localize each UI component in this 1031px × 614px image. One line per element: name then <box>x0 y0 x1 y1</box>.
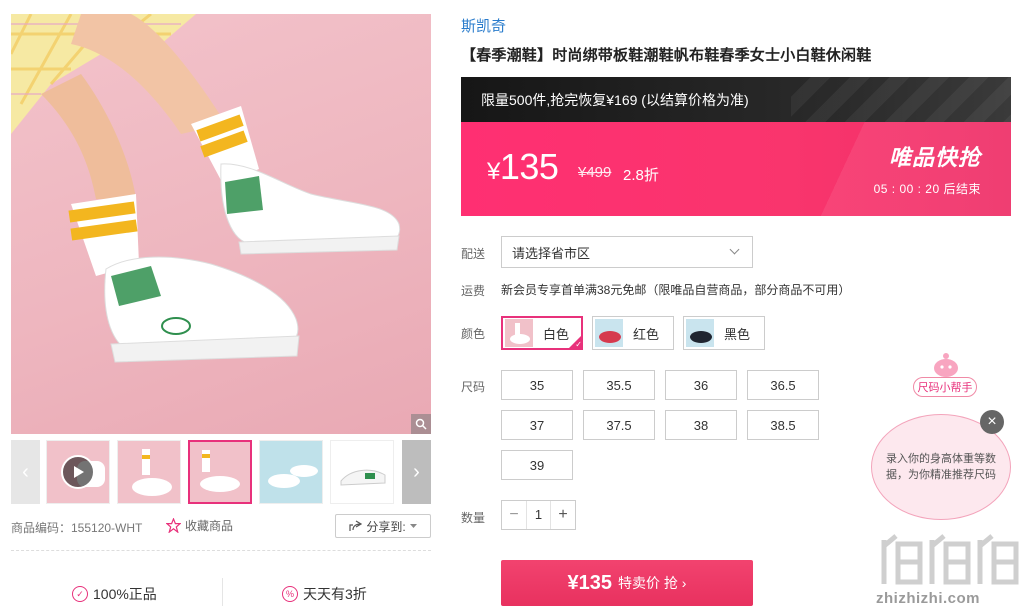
thumbnail-image <box>260 441 322 503</box>
promo-limit-text: 限量500件,抢完恢复¥169 (以结算价格为准) <box>481 91 749 108</box>
check-icon <box>568 335 582 349</box>
share-icon <box>349 520 363 531</box>
quantity-label: 数量 <box>461 511 486 525</box>
size-helper-text: 录入你的身高体重等数据，为你精准推荐尺码 <box>886 453 996 481</box>
size-option[interactable]: 39 <box>501 450 573 480</box>
size-option[interactable]: 38 <box>665 410 737 440</box>
flash-sale-panel: ¥135 ¥499 2.8折 唯品快抢 05 : 00 : 20 后结束 <box>461 122 1011 216</box>
favorite-button[interactable]: 收藏商品 <box>166 517 233 534</box>
star-icon <box>166 518 181 533</box>
color-option-black[interactable]: 黑色 <box>683 316 765 350</box>
share-button[interactable]: 分享到: <box>335 514 431 538</box>
discount-rate: 2.8折 <box>623 167 659 184</box>
sale-price: ¥135 <box>487 146 559 188</box>
product-meta-row: 商品编码：155120-WHT 收藏商品 分享到: <box>11 514 431 540</box>
watermark: zhizhizhi.com <box>876 532 1026 610</box>
divider <box>222 578 223 606</box>
brand-link[interactable]: 斯凯奇 <box>461 15 506 36</box>
shipping-info: 新会员专享首单满38元免邮（限唯品自营商品，部分商品不可用） <box>501 283 851 297</box>
color-swatch <box>595 319 623 347</box>
guarantee-discount: % 天天有3折 <box>282 584 367 604</box>
buy-button-label: 特卖价 抢 › <box>618 575 687 591</box>
size-option[interactable]: 38.5 <box>747 410 819 440</box>
quantity-stepper: − 1 + <box>501 500 576 530</box>
divider <box>11 550 431 551</box>
watermark-logo <box>881 534 1019 585</box>
color-option-label: 黑色 <box>724 326 751 342</box>
guarantee-authentic: ✓ 100%正品 <box>72 584 157 604</box>
size-option[interactable]: 35.5 <box>583 370 655 400</box>
size-helper-tag[interactable]: 尺码小帮手 <box>913 377 977 397</box>
product-main-image[interactable] <box>11 14 431 434</box>
color-label: 颜色 <box>461 327 486 341</box>
caret-down-icon <box>409 523 417 528</box>
color-swatch <box>686 319 714 347</box>
color-option-label: 红色 <box>633 326 660 342</box>
chevron-left-icon: ‹ <box>22 460 29 483</box>
mascot-icon <box>934 353 958 377</box>
currency-symbol: ¥ <box>487 158 500 185</box>
region-select-value: 请选择省市区 <box>512 245 591 261</box>
chevron-down-icon <box>729 244 740 255</box>
size-option[interactable]: 37 <box>501 410 573 440</box>
thumbnail-image <box>190 442 250 502</box>
thumbnail-image <box>331 441 393 503</box>
share-label: 分享到: <box>366 519 406 534</box>
thumbnail-4[interactable] <box>259 440 323 504</box>
banner-decoration <box>791 77 1011 122</box>
color-swatch <box>505 319 533 347</box>
thumbnail-strip: ‹ › <box>11 440 431 504</box>
buy-now-button[interactable]: ¥135 特卖价 抢 › <box>501 560 753 606</box>
chevron-right-icon: › <box>413 460 420 483</box>
thumbnail-2[interactable] <box>117 440 181 504</box>
size-option[interactable]: 36 <box>665 370 737 400</box>
size-option[interactable]: 35 <box>501 370 573 400</box>
region-select[interactable]: 请选择省市区 <box>501 236 753 268</box>
size-option[interactable]: 36.5 <box>747 370 819 400</box>
thumbnail-video[interactable] <box>46 440 110 504</box>
color-option-red[interactable]: 红色 <box>592 316 674 350</box>
promo-limit-banner: 限量500件,抢完恢复¥169 (以结算价格为准) <box>461 77 1011 122</box>
flash-sale-title: 唯品快抢 <box>888 145 981 170</box>
favorite-label: 收藏商品 <box>185 519 234 533</box>
thumbnail-5[interactable] <box>330 440 394 504</box>
color-option-label: 白色 <box>543 326 570 342</box>
shield-icon: ✓ <box>72 586 88 602</box>
quantity-increase-button[interactable]: + <box>551 501 575 529</box>
play-icon[interactable] <box>61 455 95 489</box>
thumbnail-image <box>118 441 180 503</box>
size-label: 尺码 <box>461 380 486 394</box>
thumbnail-3[interactable] <box>188 440 252 504</box>
thumbnail-next-button[interactable]: › <box>402 440 431 504</box>
watermark-text: zhizhizhi.com <box>876 590 980 607</box>
shipping-label: 运费 <box>461 284 486 298</box>
countdown-timer: 05 : 00 : 20 后结束 <box>873 182 981 196</box>
sale-price-value: 135 <box>499 146 559 187</box>
quantity-decrease-button[interactable]: − <box>502 501 526 529</box>
zoom-icon[interactable] <box>411 414 431 434</box>
original-price: ¥499 <box>578 164 612 181</box>
product-photo <box>11 14 401 363</box>
buy-button-price: ¥135 <box>567 571 613 594</box>
close-icon[interactable]: × <box>980 410 1004 434</box>
thumbnail-prev-button[interactable]: ‹ <box>11 440 40 504</box>
delivery-label: 配送 <box>461 247 486 261</box>
color-option-white[interactable]: 白色 <box>501 316 583 350</box>
product-title: 【春季潮鞋】时尚绑带板鞋潮鞋帆布鞋春季女士小白鞋休闲鞋 <box>461 47 872 64</box>
quantity-input[interactable]: 1 <box>526 501 551 529</box>
percent-icon: % <box>282 586 298 602</box>
guarantee-label: 100%正品 <box>93 586 157 602</box>
guarantee-label: 天天有3折 <box>303 586 367 602</box>
size-option[interactable]: 37.5 <box>583 410 655 440</box>
sku-code: 商品编码：155120-WHT <box>11 521 143 535</box>
